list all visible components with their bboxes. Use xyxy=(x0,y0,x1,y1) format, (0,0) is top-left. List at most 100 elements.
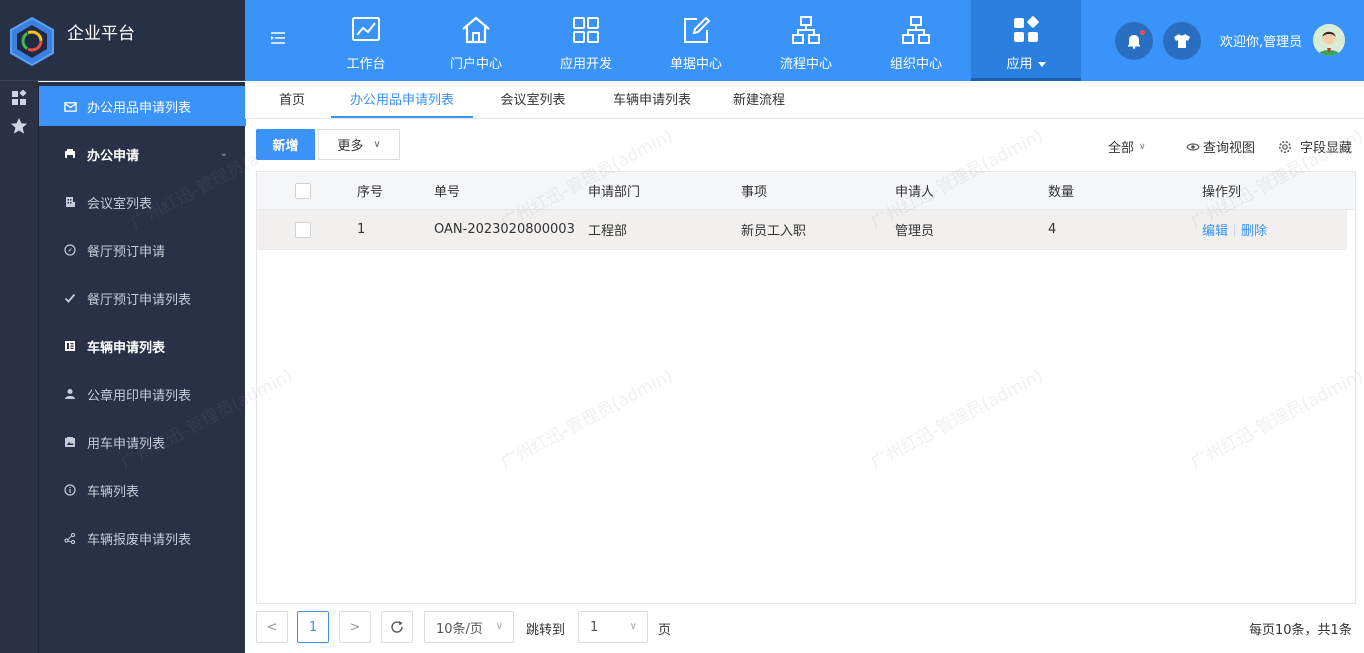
nav-apps[interactable]: 应用 xyxy=(971,0,1081,81)
nav-workbench[interactable]: 工作台 xyxy=(311,0,421,81)
logo-icon xyxy=(10,16,54,66)
col-header-no: 单号 xyxy=(434,185,461,200)
nav-label: 应用 xyxy=(971,53,1081,72)
select-all-checkbox[interactable] xyxy=(295,172,311,209)
sidebar-item-label: 公章用印申请列表 xyxy=(87,388,192,404)
delete-link[interactable]: 删除 xyxy=(1241,220,1267,239)
cell-no: OAN-2023020800003 xyxy=(434,222,575,237)
sidebar-group-office[interactable]: 办公申请 ⌄ xyxy=(39,134,246,174)
nav-organization[interactable]: 组织中心 xyxy=(861,0,971,81)
more-button[interactable]: 更多 ∨ xyxy=(318,129,400,160)
table-row[interactable]: 1 OAN-2023020800003 工程部 新员工入职 管理员 4 编辑 删… xyxy=(257,210,1347,250)
avatar[interactable] xyxy=(1313,24,1345,56)
next-page-button[interactable]: > xyxy=(339,611,371,643)
check-icon xyxy=(63,291,77,305)
sidebar-item-seal-requests[interactable]: 公章用印申请列表 xyxy=(39,374,246,414)
printer-icon xyxy=(63,147,77,161)
filter-dropdown[interactable]: 全部 ∨ xyxy=(1108,137,1146,156)
left-rail xyxy=(0,81,38,653)
star-rail-icon[interactable] xyxy=(0,114,38,138)
share-icon xyxy=(63,531,77,545)
chart-line-icon xyxy=(352,17,380,41)
sidebar-item-label: 餐厅预订申请 xyxy=(87,244,166,260)
tab-new-process[interactable]: 新建流程 xyxy=(723,81,795,118)
org-icon xyxy=(902,16,930,44)
nav-portal[interactable]: 门户中心 xyxy=(421,0,531,81)
chevron-left-icon: < xyxy=(266,619,278,635)
apps-icon xyxy=(1014,16,1039,42)
eye-icon xyxy=(1186,142,1200,151)
query-view-button[interactable]: 查询视图 xyxy=(1186,137,1255,156)
page-size-select[interactable]: 10条/页 ∨ xyxy=(424,611,514,643)
building-icon xyxy=(63,195,77,209)
page-unit-label: 页 xyxy=(658,623,672,638)
notification-button[interactable] xyxy=(1115,22,1153,60)
page-tabs: 首页 办公用品申请列表 会议室列表 车辆申请列表 新建流程 xyxy=(245,81,1364,119)
data-table: 序号 单号 申请部门 事项 申请人 数量 操作列 1 OAN-202302080… xyxy=(256,171,1356,604)
sidebar-item-label: 用车申请列表 xyxy=(87,436,166,452)
sidebar-item-meeting-rooms[interactable]: 会议室列表 xyxy=(39,182,246,222)
top-nav: 工作台 门户中心 应用开发 单据中心 流程中心 组织中心 应用 欢迎你,管理员 xyxy=(245,0,1364,81)
field-toggle-button[interactable]: 字段显藏 xyxy=(1278,137,1352,156)
sidebar-item-vehicle-requests[interactable]: 车辆申请列表 xyxy=(39,326,246,366)
list-icon xyxy=(63,339,77,353)
chevron-right-icon: > xyxy=(349,619,361,635)
cell-qty: 4 xyxy=(1048,222,1057,237)
nav-label: 门户中心 xyxy=(449,57,502,72)
sidebar-item-car-use-requests[interactable]: 用车申请列表 xyxy=(39,422,246,462)
sidebar-item-restaurant-booking-list[interactable]: 餐厅预订申请列表 xyxy=(39,278,246,318)
sidebar-item-label: 车辆列表 xyxy=(87,484,140,500)
nav-label: 流程中心 xyxy=(779,57,832,72)
apps-rail-icon[interactable] xyxy=(0,86,38,110)
cell-dept: 工程部 xyxy=(588,224,628,239)
tab-office-supplies[interactable]: 办公用品申请列表 xyxy=(331,81,473,118)
more-label: 更多 xyxy=(337,139,364,154)
cell-actions: 编辑 删除 xyxy=(1202,210,1267,249)
flow-icon xyxy=(792,16,820,44)
page-size-value: 10条/页 xyxy=(436,621,483,637)
theme-button[interactable] xyxy=(1163,22,1201,60)
nav-label: 工作台 xyxy=(346,57,386,72)
nav-label: 组织中心 xyxy=(889,57,942,72)
field-toggle-label: 字段显藏 xyxy=(1300,141,1353,156)
cell-index: 1 xyxy=(357,222,366,237)
filter-label: 全部 xyxy=(1108,141,1135,156)
col-header-item: 事项 xyxy=(741,185,768,200)
edit-link[interactable]: 编辑 xyxy=(1202,220,1228,239)
info-icon xyxy=(63,483,77,497)
tab-meeting-rooms[interactable]: 会议室列表 xyxy=(485,81,581,118)
compass-icon xyxy=(63,243,77,257)
tab-home[interactable]: 首页 xyxy=(263,81,321,118)
nav-app-dev[interactable]: 应用开发 xyxy=(531,0,641,81)
sidebar-item-label: 车辆报废申请列表 xyxy=(87,532,192,548)
col-header-index: 序号 xyxy=(357,185,384,200)
sidebar-item-office-supplies[interactable]: 办公用品申请列表 xyxy=(39,86,246,126)
chevron-down-icon: ∨ xyxy=(629,621,637,632)
grid-icon xyxy=(573,17,599,43)
nav-documents[interactable]: 单据中心 xyxy=(641,0,751,81)
nav-process[interactable]: 流程中心 xyxy=(751,0,861,81)
add-button[interactable]: 新增 xyxy=(256,129,315,160)
prev-page-button[interactable]: < xyxy=(256,611,288,643)
sidebar-item-label: 会议室列表 xyxy=(87,196,153,212)
page-number-button[interactable]: 1 xyxy=(297,611,329,643)
tab-vehicle-requests[interactable]: 车辆申请列表 xyxy=(597,81,707,118)
refresh-button[interactable] xyxy=(381,611,413,643)
welcome-text[interactable]: 欢迎你,管理员 xyxy=(1220,31,1302,50)
sidebar-item-vehicles[interactable]: 车辆列表 xyxy=(39,470,246,510)
caret-down-icon xyxy=(1037,62,1046,67)
bell-icon xyxy=(1128,35,1140,49)
inbox-icon xyxy=(63,99,77,113)
user-icon xyxy=(63,387,77,401)
sidebar-item-vehicle-scrap[interactable]: 车辆报废申请列表 xyxy=(39,518,246,558)
menu-toggle-icon[interactable] xyxy=(269,29,289,49)
row-checkbox[interactable] xyxy=(295,210,311,249)
sidebar-item-restaurant-booking[interactable]: 餐厅预订申请 xyxy=(39,230,246,270)
brand-name: 企业平台 xyxy=(67,24,135,44)
refresh-icon xyxy=(391,621,403,633)
edit-icon xyxy=(684,16,711,43)
jump-page-select[interactable]: 1 ∨ xyxy=(578,611,648,643)
nav-label: 应用开发 xyxy=(559,57,612,72)
sidebar-item-label: 办公用品申请列表 xyxy=(87,100,192,116)
rail-icons xyxy=(0,82,38,138)
